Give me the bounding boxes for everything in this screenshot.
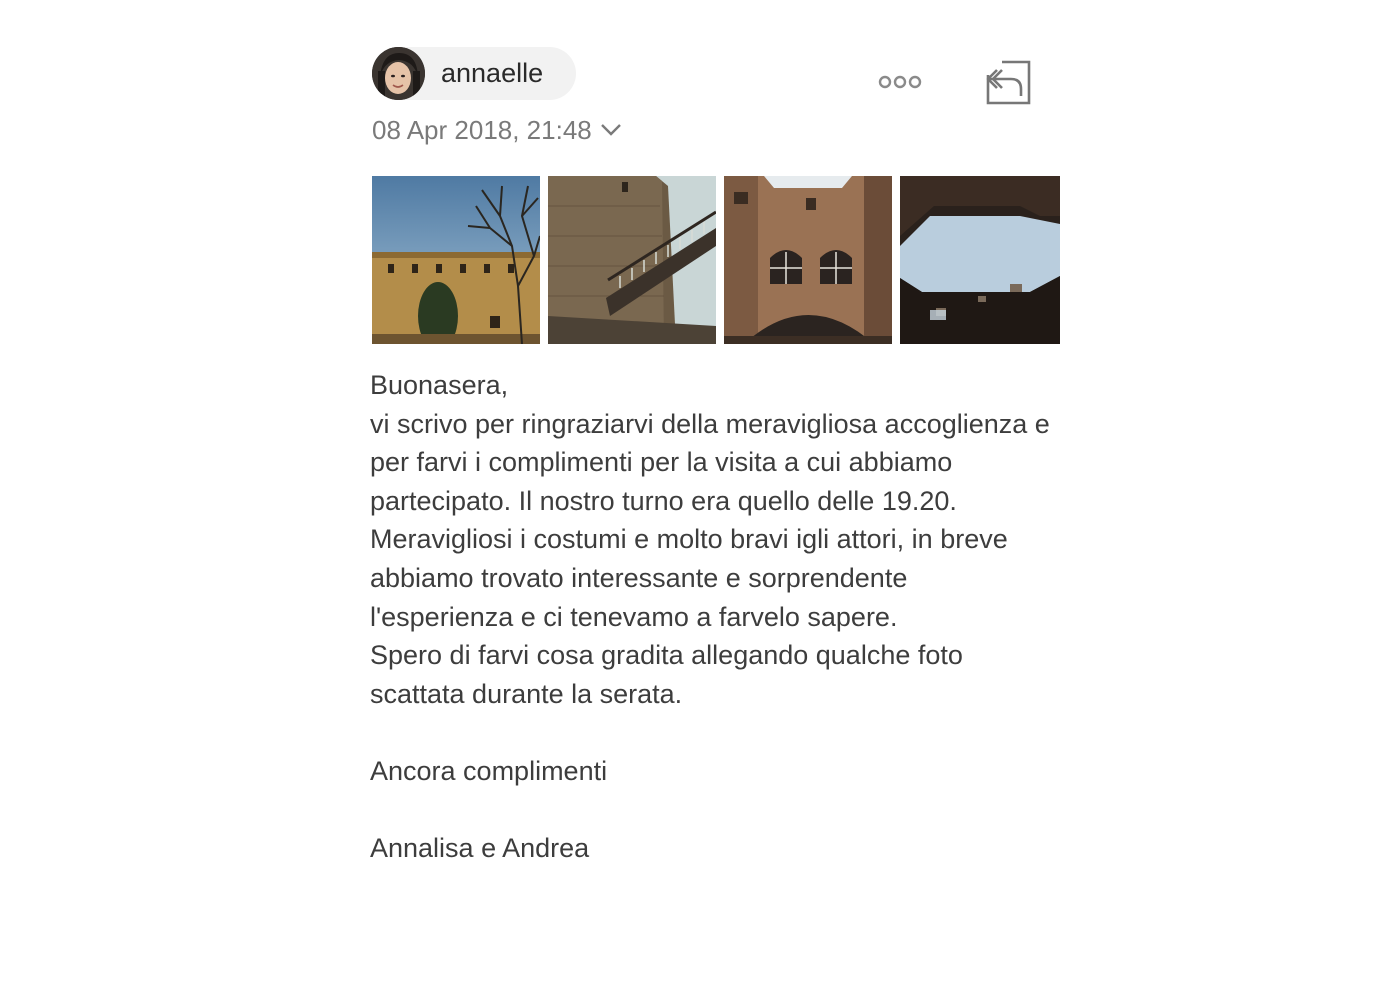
message-greeting: Buonasera, [370,370,509,400]
message-paragraph: Spero di farvi cosa gradita allegando qu… [370,640,963,709]
message-date-toggle[interactable]: 08 Apr 2018, 21:48 [372,112,622,148]
attachment-thumbnail-4[interactable] [900,176,1060,344]
more-horizontal-icon [878,75,922,89]
more-options-button[interactable] [872,66,928,98]
message-body: Buonasera, vi scrivo per ringraziarvi de… [370,366,1050,868]
attachment-thumbnail-3[interactable] [724,176,892,344]
attachment-thumbnail-1[interactable] [372,176,540,344]
message-paragraph: vi scrivo per ringraziarvi della meravig… [370,408,1050,516]
message-signature: Annalisa e Andrea [370,833,590,864]
message-date: 08 Apr 2018, 21:48 [372,114,592,145]
sender-avatar[interactable] [372,47,425,100]
message-closing: Ancora complimenti [370,755,608,786]
sender-chip[interactable]: annaelle [372,47,576,100]
courtyard-brick-windows-photo [724,176,892,344]
reply-icon [986,60,1031,105]
tower-with-bridge-photo [548,176,716,344]
courtyard-sky-opening-photo [900,176,1060,344]
attachment-thumbnail-2[interactable] [548,176,716,344]
sender-name: annaelle [441,58,544,88]
reply-button[interactable] [983,58,1033,106]
message-paragraph: Meravigliosi i costumi e molto bravi igl… [370,524,1008,632]
attachment-gallery [372,176,1060,344]
chevron-down-icon [600,123,622,137]
user-photo-avatar-icon [372,47,425,100]
castle-wall-with-tree-photo [372,176,540,344]
